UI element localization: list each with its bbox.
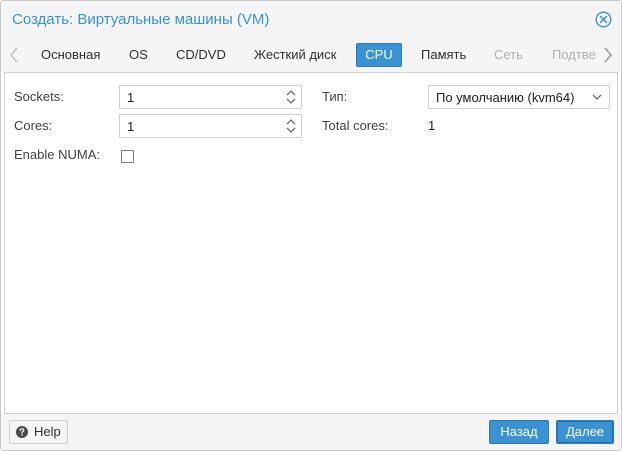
create-vm-dialog: Создать: Виртуальные машины (VM) Основна… — [0, 0, 622, 451]
chevron-down-icon[interactable] — [592, 93, 602, 101]
tab-general[interactable]: Основная — [32, 43, 109, 67]
close-icon[interactable] — [595, 11, 612, 28]
chevron-left-icon[interactable] — [7, 46, 21, 64]
tab-os[interactable]: OS — [120, 43, 157, 67]
sockets-value: 1 — [127, 90, 135, 105]
question-circle-icon — [16, 426, 28, 438]
next-button[interactable]: Далее — [556, 420, 614, 444]
cores-spinner[interactable]: 1 — [119, 114, 302, 138]
tab-cpu[interactable]: CPU — [356, 43, 402, 67]
dialog-footer: Help Назад Далее — [1, 414, 621, 450]
cores-label: Cores: — [14, 118, 53, 133]
total-cores-value: 1 — [428, 118, 436, 133]
dialog-titlebar: Создать: Виртуальные машины (VM) — [1, 1, 621, 38]
chevron-right-icon[interactable] — [601, 46, 615, 64]
numa-label: Enable NUMA: — [14, 147, 100, 162]
cpu-type-select[interactable]: По умолчанию (kvm64) — [428, 85, 610, 109]
cpu-type-value: По умолчанию (kvm64) — [436, 90, 575, 105]
tab-hard-disk[interactable]: Жесткий диск — [245, 43, 345, 67]
help-button[interactable]: Help — [9, 420, 68, 444]
type-label: Тип: — [322, 89, 348, 104]
spinner-arrows-icon[interactable] — [285, 117, 297, 135]
sockets-label: Sockets: — [14, 89, 64, 104]
cores-value: 1 — [127, 119, 135, 134]
dialog-title: Создать: Виртуальные машины (VM) — [12, 11, 270, 28]
total-cores-label: Total cores: — [322, 118, 389, 133]
numa-checkbox[interactable] — [121, 150, 134, 163]
sockets-spinner[interactable]: 1 — [119, 85, 302, 109]
tab-network: Сеть — [494, 47, 523, 62]
tab-cd-dvd[interactable]: CD/DVD — [167, 43, 235, 67]
tab-memory[interactable]: Память — [412, 43, 475, 67]
tab-confirm: Подтве — [552, 47, 596, 62]
wizard-tabbar: Основная OS CD/DVD Жесткий диск CPU Памя… — [1, 38, 621, 72]
cpu-settings-panel: Sockets: 1 Cores: 1 Enable NUMA: Тип: По… — [4, 72, 618, 414]
tab-strip: Основная OS CD/DVD Жесткий диск CPU Памя… — [1, 38, 601, 72]
spinner-arrows-icon[interactable] — [285, 88, 297, 106]
back-button[interactable]: Назад — [489, 420, 549, 444]
help-label: Help — [34, 424, 61, 439]
